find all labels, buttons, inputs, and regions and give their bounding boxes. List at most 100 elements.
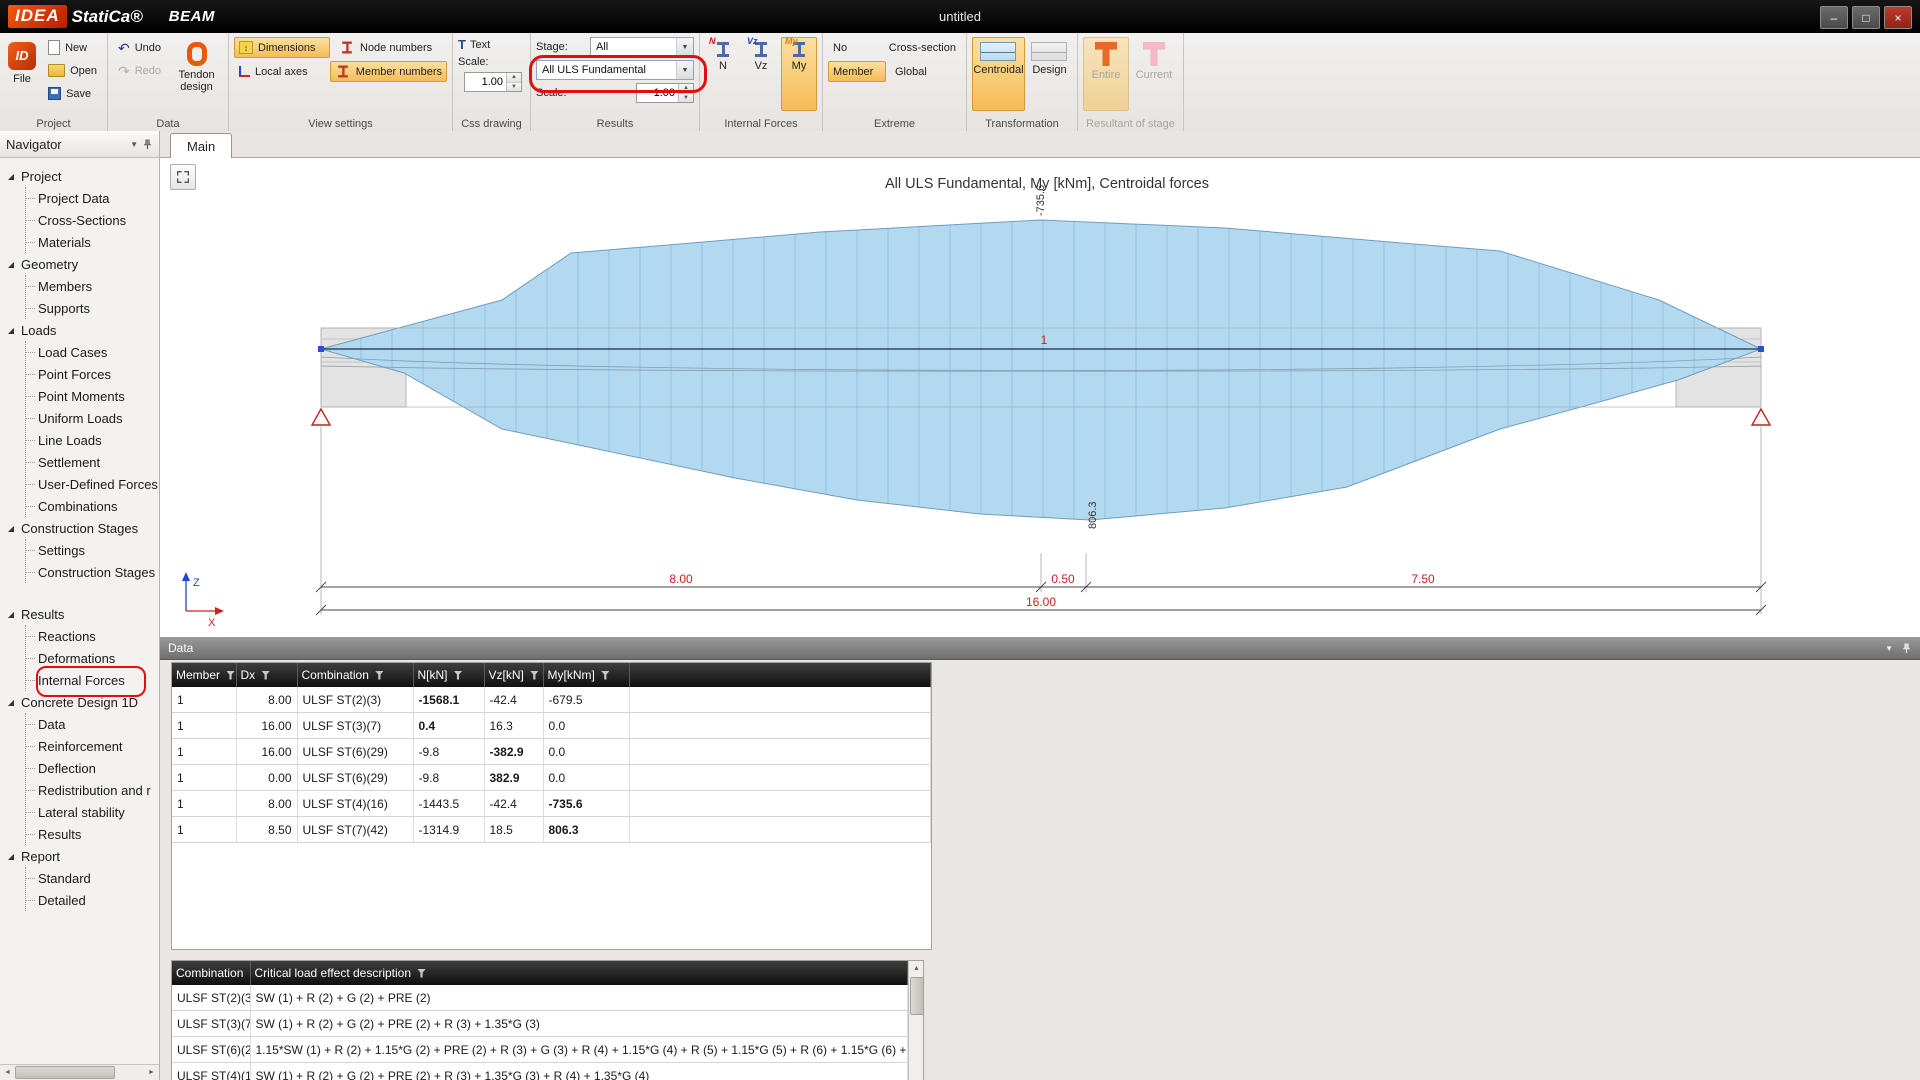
nav-item-uniform-loads[interactable]: Uniform Loads: [26, 407, 159, 429]
nav-item-results[interactable]: Results: [26, 823, 159, 845]
pin-icon[interactable]: [1901, 643, 1912, 654]
nav-section-loads[interactable]: ◢Loads: [6, 319, 159, 341]
column-header-critical-load-effect-description[interactable]: Critical load effect description: [250, 961, 907, 985]
results-table-row[interactable]: 18.00ULSF ST(4)(16)-1443.5-42.4-735.6: [172, 791, 931, 817]
scrollbar-thumb[interactable]: [15, 1066, 115, 1079]
close-button[interactable]: ×: [1884, 6, 1912, 29]
combinations-scrollbar[interactable]: ▲: [908, 961, 925, 1080]
results-table-row[interactable]: 18.50ULSF ST(7)(42)-1314.918.5806.3: [172, 817, 931, 843]
extreme-no-button[interactable]: No: [828, 37, 880, 58]
filter-icon[interactable]: [261, 671, 270, 680]
scroll-right-icon[interactable]: ►: [144, 1069, 159, 1076]
force-vz-button[interactable]: Vz Vz: [743, 37, 779, 111]
scroll-left-icon[interactable]: ◄: [0, 1069, 15, 1076]
expander-icon[interactable]: ◢: [6, 172, 16, 181]
results-table-row[interactable]: 116.00ULSF ST(6)(29)-9.8-382.90.0: [172, 739, 931, 765]
expander-icon[interactable]: ◢: [6, 852, 16, 861]
chevron-down-icon[interactable]: ▼: [676, 61, 693, 79]
filter-icon[interactable]: [417, 969, 426, 978]
stage-select[interactable]: All ▼: [590, 37, 694, 57]
column-header-n-kn[interactable]: N[kN]: [413, 663, 484, 687]
node-marker[interactable]: [318, 346, 324, 352]
results-scale-spinner[interactable]: 1.00 ▲ ▼: [636, 83, 694, 103]
centroidal-button[interactable]: Centroidal: [972, 37, 1025, 111]
expander-icon[interactable]: ◢: [6, 260, 16, 269]
design-button[interactable]: Design: [1027, 37, 1072, 111]
column-header-combination[interactable]: Combination: [297, 663, 413, 687]
spinner-up-icon[interactable]: ▲: [679, 84, 693, 94]
combinations-table-row[interactable]: ULSF ST(3)(7)SW (1) + R (2) + G (2) + PR…: [172, 1011, 907, 1037]
filter-icon[interactable]: [601, 671, 610, 680]
nav-item-supports[interactable]: Supports: [26, 297, 159, 319]
current-button[interactable]: Current: [1131, 37, 1177, 111]
dimensions-toggle[interactable]: ↕ Dimensions: [234, 37, 330, 58]
nav-item-combinations[interactable]: Combinations: [26, 495, 159, 517]
filter-icon[interactable]: [226, 671, 235, 680]
nav-item-settings[interactable]: Settings: [26, 539, 159, 561]
nav-item-reactions[interactable]: Reactions: [26, 625, 159, 647]
spinner-up-icon[interactable]: ▲: [507, 73, 521, 83]
diagram-canvas[interactable]: All ULS Fundamental, My [kNm], Centroida…: [160, 158, 1920, 637]
nav-item-detailed[interactable]: Detailed: [26, 889, 159, 911]
nav-item-redistribution-and-r[interactable]: Redistribution and r: [26, 779, 159, 801]
extreme-member-button[interactable]: Member: [828, 61, 886, 82]
force-my-button[interactable]: My My: [781, 37, 817, 111]
column-header-member[interactable]: Member: [172, 663, 236, 687]
tendon-design-button[interactable]: Tendon design: [170, 37, 223, 111]
filter-icon[interactable]: [454, 671, 463, 680]
new-button[interactable]: New: [43, 37, 102, 58]
file-button[interactable]: ID File: [5, 37, 39, 111]
results-table-row[interactable]: 18.00ULSF ST(2)(3)-1568.1-42.4-679.5: [172, 687, 931, 713]
data-panel-header[interactable]: Data ▼: [160, 637, 1920, 660]
maximize-button[interactable]: □: [1852, 6, 1880, 29]
redo-button[interactable]: ↷ Redo: [113, 60, 166, 81]
scroll-up-icon[interactable]: ▲: [913, 961, 920, 976]
open-button[interactable]: Open: [43, 60, 102, 81]
pin-icon[interactable]: [142, 139, 153, 150]
nav-item-line-loads[interactable]: Line Loads: [26, 429, 159, 451]
local-axes-toggle[interactable]: Local axes: [234, 61, 326, 82]
nav-item-point-forces[interactable]: Point Forces: [26, 363, 159, 385]
chevron-down-icon[interactable]: ▼: [130, 140, 138, 149]
undo-button[interactable]: ↶ Undo: [113, 37, 166, 58]
expander-icon[interactable]: ◢: [6, 326, 16, 335]
nav-item-lateral-stability[interactable]: Lateral stability: [26, 801, 159, 823]
nav-item-deflection[interactable]: Deflection: [26, 757, 159, 779]
combinations-table-row[interactable]: ULSF ST(4)(16)SW (1) + R (2) + G (2) + P…: [172, 1063, 907, 1080]
extreme-cross-section-button[interactable]: Cross-section: [884, 37, 961, 58]
nav-item-cross-sections[interactable]: Cross-Sections: [26, 209, 159, 231]
node-marker[interactable]: [1758, 346, 1764, 352]
expander-icon[interactable]: ◢: [6, 524, 16, 533]
results-table-row[interactable]: 10.00ULSF ST(6)(29)-9.8382.90.0: [172, 765, 931, 791]
chevron-down-icon[interactable]: ▼: [676, 38, 693, 56]
node-numbers-toggle[interactable]: Node numbers: [334, 37, 437, 58]
nav-item-standard[interactable]: Standard: [26, 867, 159, 889]
css-scale-spinner[interactable]: 1.00 ▲ ▼: [464, 72, 522, 92]
nav-item-internal-forces[interactable]: Internal Forces: [26, 669, 159, 691]
nav-section-project[interactable]: ◢Project: [6, 165, 159, 187]
nav-item-deformations[interactable]: Deformations: [26, 647, 159, 669]
nav-item-data[interactable]: Data: [26, 713, 159, 735]
force-n-button[interactable]: N N: [705, 37, 741, 111]
combination-select[interactable]: All ULS Fundamental ▼: [536, 60, 694, 80]
extreme-global-button[interactable]: Global: [890, 61, 932, 82]
nav-item-project-data[interactable]: Project Data: [26, 187, 159, 209]
nav-item-point-moments[interactable]: Point Moments: [26, 385, 159, 407]
nav-item-materials[interactable]: Materials: [26, 231, 159, 253]
nav-item-user-defined-forces[interactable]: User-Defined Forces: [26, 473, 159, 495]
expand-view-button[interactable]: [170, 164, 196, 190]
nav-section-concrete-design-1d[interactable]: ◢Concrete Design 1D: [6, 691, 159, 713]
combinations-table-row[interactable]: ULSF ST(2)(3)SW (1) + R (2) + G (2) + PR…: [172, 985, 907, 1011]
navigator-horizontal-scrollbar[interactable]: ◄ ►: [0, 1064, 159, 1080]
combinations-table-row[interactable]: ULSF ST(6)(29)1.15*SW (1) + R (2) + 1.15…: [172, 1037, 907, 1063]
chevron-down-icon[interactable]: ▼: [1885, 644, 1893, 653]
entire-button[interactable]: Entire: [1083, 37, 1129, 111]
nav-item-settlement[interactable]: Settlement: [26, 451, 159, 473]
nav-section-construction-stages[interactable]: ◢Construction Stages: [6, 517, 159, 539]
nav-section-results[interactable]: ◢Results: [6, 603, 159, 625]
column-header-my-knm[interactable]: My[kNm]: [543, 663, 629, 687]
expander-icon[interactable]: ◢: [6, 698, 16, 707]
expander-icon[interactable]: ◢: [6, 610, 16, 619]
spinner-down-icon[interactable]: ▼: [507, 83, 521, 92]
minimize-button[interactable]: –: [1820, 6, 1848, 29]
